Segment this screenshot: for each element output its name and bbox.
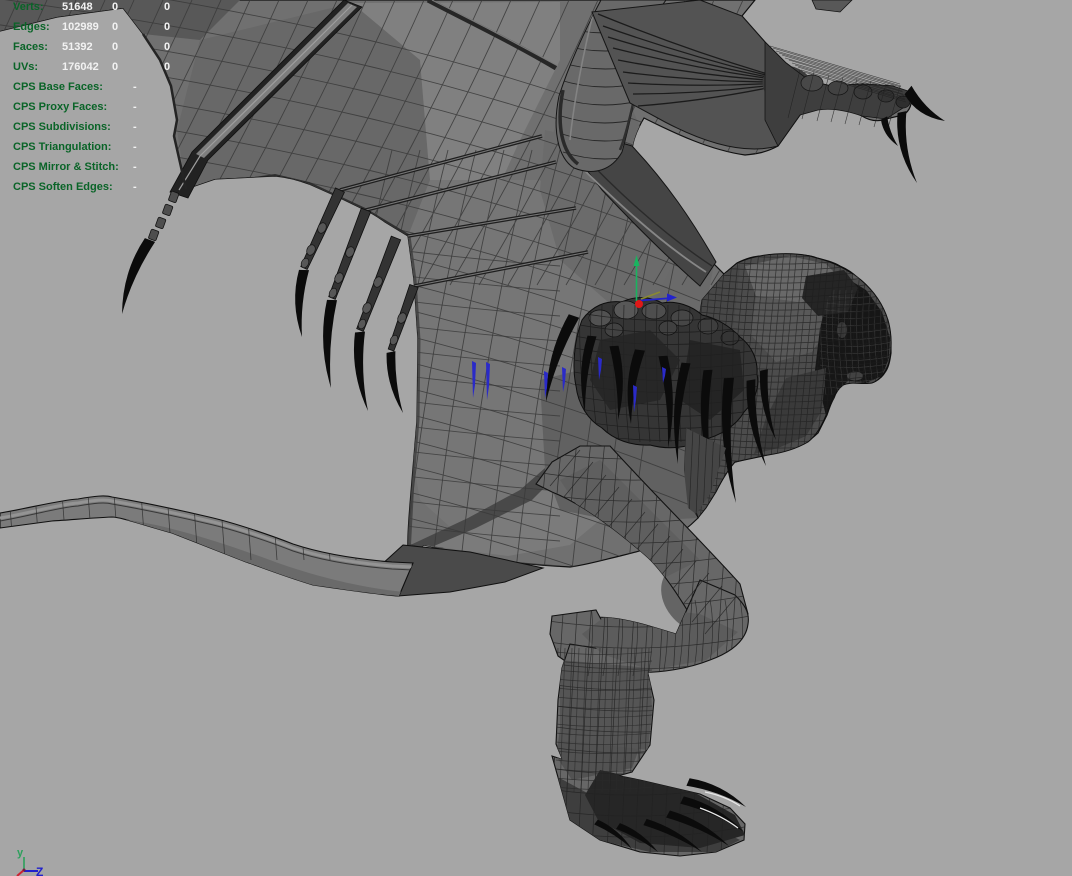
svg-text:0: 0 (112, 21, 118, 33)
svg-text:0: 0 (164, 41, 170, 53)
svg-text:Edges:: Edges: (13, 21, 50, 33)
svg-text:0: 0 (112, 41, 118, 53)
svg-text:CPS Subdivisions:: CPS Subdivisions: (13, 121, 111, 133)
svg-text:CPS Soften Edges:: CPS Soften Edges: (13, 181, 113, 193)
svg-text:Verts:: Verts: (13, 1, 44, 13)
svg-text:51392: 51392 (62, 41, 93, 53)
svg-text:-: - (133, 181, 137, 193)
svg-text:CPS Triangulation:: CPS Triangulation: (13, 141, 111, 153)
svg-text:0: 0 (112, 1, 118, 13)
svg-text:51648: 51648 (62, 1, 93, 13)
svg-text:CPS Proxy Faces:: CPS Proxy Faces: (13, 101, 107, 113)
svg-text:-: - (133, 161, 137, 173)
svg-text:Faces:: Faces: (13, 41, 48, 53)
svg-text:-: - (133, 81, 137, 93)
svg-text:CPS Base Faces:: CPS Base Faces: (13, 81, 103, 93)
svg-text:CPS Mirror & Stitch:: CPS Mirror & Stitch: (13, 161, 119, 173)
svg-text:y: y (17, 847, 24, 859)
svg-text:0: 0 (164, 1, 170, 13)
svg-text:-: - (133, 141, 137, 153)
svg-text:UVs:: UVs: (13, 61, 38, 73)
svg-text:-: - (133, 101, 137, 113)
svg-text:0: 0 (112, 61, 118, 73)
svg-text:176042: 176042 (62, 61, 99, 73)
svg-text:102989: 102989 (62, 21, 99, 33)
svg-text:0: 0 (164, 61, 170, 73)
svg-text:Z: Z (36, 865, 43, 876)
svg-text:0: 0 (164, 21, 170, 33)
svg-text:-: - (133, 121, 137, 133)
